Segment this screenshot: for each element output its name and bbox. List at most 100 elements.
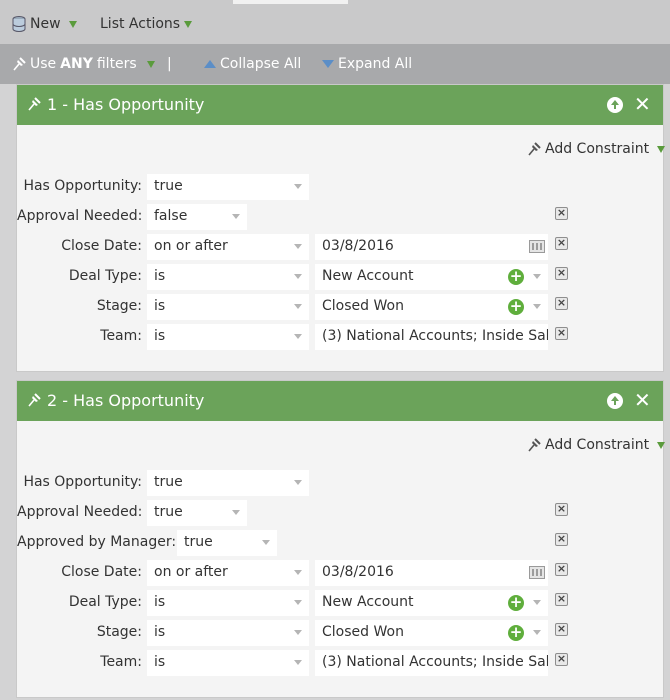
team-label: Team:: [100, 654, 142, 670]
stage-label: Stage:: [96, 624, 142, 640]
has-opportunity-label: Has Opportunity:: [23, 474, 142, 490]
stage-value-select[interactable]: Closed Won +: [315, 620, 548, 646]
calendar-icon[interactable]: [529, 240, 545, 253]
stage-operator-select[interactable]: is: [147, 620, 309, 646]
approval-needed-label: Approval Needed:: [17, 208, 143, 224]
close-date-operator-select[interactable]: on or after: [147, 234, 309, 260]
has-opportunity-select[interactable]: true: [147, 470, 309, 496]
pin-icon: [28, 393, 41, 407]
top-toolbar: New List Actions: [0, 0, 670, 44]
calendar-icon[interactable]: [529, 566, 545, 579]
team-operator: is: [154, 654, 166, 670]
active-tab-strip: [233, 0, 348, 4]
deal-type-label: Deal Type:: [68, 594, 142, 610]
collapse-all-button[interactable]: Collapse All: [204, 56, 301, 72]
deal-type-value-select[interactable]: New Account +: [315, 264, 548, 290]
pin-icon: [528, 142, 541, 156]
close-icon[interactable]: ✕: [634, 94, 651, 114]
approval-needed-value: true: [154, 504, 183, 520]
chevron-down-icon: [657, 441, 666, 449]
add-constraint-button[interactable]: Add Constraint: [527, 437, 666, 453]
list-actions-label: List Actions: [100, 16, 181, 32]
panel-header: 2 - Has Opportunity ✕: [17, 381, 663, 421]
close-date-input[interactable]: 03/8/2016: [315, 234, 548, 260]
stage-value-select[interactable]: Closed Won +: [315, 294, 548, 320]
filter-logic-mode: ANY: [60, 56, 93, 72]
stage-value: Closed Won: [322, 298, 404, 314]
delete-constraint-icon[interactable]: ×: [555, 533, 568, 546]
deal-type-operator-select[interactable]: is: [147, 264, 309, 290]
arrow-up-circle-icon[interactable]: [607, 97, 623, 113]
has-opportunity-value: true: [154, 474, 183, 490]
plus-circle-icon[interactable]: +: [508, 595, 524, 611]
deal-type-value: New Account: [322, 268, 414, 284]
close-icon[interactable]: ✕: [634, 390, 651, 410]
has-opportunity-select[interactable]: true: [147, 174, 309, 200]
plus-circle-icon[interactable]: +: [508, 269, 524, 285]
close-date-value: 03/8/2016: [322, 564, 394, 580]
delete-constraint-icon[interactable]: ×: [555, 327, 568, 340]
deal-type-operator-select[interactable]: is: [147, 590, 309, 616]
approved-by-manager-select[interactable]: true: [177, 530, 277, 556]
list-actions-menu-button[interactable]: List Actions: [100, 16, 193, 32]
delete-constraint-icon[interactable]: ×: [555, 207, 568, 220]
deal-type-operator: is: [154, 268, 166, 284]
team-operator-select[interactable]: is: [147, 324, 309, 350]
approval-needed-value: false: [154, 208, 188, 224]
add-constraint-button[interactable]: Add Constraint: [527, 141, 666, 157]
delete-constraint-icon[interactable]: ×: [555, 593, 568, 606]
chevron-down-icon: [294, 660, 302, 665]
close-date-operator-select[interactable]: on or after: [147, 560, 309, 586]
close-date-label: Close Date:: [61, 238, 142, 254]
delete-constraint-icon[interactable]: ×: [555, 267, 568, 280]
add-constraint-label: Add Constraint: [545, 437, 650, 453]
plus-circle-icon[interactable]: +: [508, 299, 524, 315]
approved-by-manager-label: Approved by Manager:: [17, 534, 177, 550]
filter-panel-1: 1 - Has Opportunity ✕ Add Constraint Has…: [16, 84, 666, 372]
panel-title: 2 - Has Opportunity: [47, 391, 205, 410]
delete-constraint-icon[interactable]: ×: [555, 623, 568, 636]
chevron-down-icon: [146, 60, 155, 68]
stage-operator-select[interactable]: is: [147, 294, 309, 320]
team-value: (3) National Accounts; Inside Sales: [322, 328, 548, 344]
team-operator-select[interactable]: is: [147, 650, 309, 676]
team-operator: is: [154, 328, 166, 344]
delete-constraint-icon[interactable]: ×: [555, 237, 568, 250]
arrow-up-circle-icon[interactable]: [607, 393, 623, 409]
chevron-down-icon: [294, 600, 302, 605]
chevron-down-icon: [294, 570, 302, 575]
deal-type-label: Deal Type:: [68, 268, 142, 284]
team-value-select[interactable]: (3) National Accounts; Inside Sales: [315, 324, 548, 350]
plus-circle-icon[interactable]: +: [508, 625, 524, 641]
approved-by-manager-value: true: [184, 534, 213, 550]
close-date-label: Close Date:: [61, 564, 142, 580]
new-label: New: [30, 16, 61, 32]
delete-constraint-icon[interactable]: ×: [555, 297, 568, 310]
team-value-select[interactable]: (3) National Accounts; Inside Sales: [315, 650, 548, 676]
delete-constraint-icon[interactable]: ×: [555, 563, 568, 576]
chevron-down-icon: [232, 510, 240, 515]
approval-needed-select[interactable]: true: [147, 500, 247, 526]
new-menu-button[interactable]: New: [12, 16, 77, 32]
team-value: (3) National Accounts; Inside Sales: [322, 654, 548, 670]
filter-logic-dropdown[interactable]: Use ANY filters: [12, 56, 155, 72]
close-date-operator: on or after: [154, 564, 228, 580]
pin-icon: [28, 97, 41, 111]
chevron-down-icon: [294, 480, 302, 485]
close-date-input[interactable]: 03/8/2016: [315, 560, 548, 586]
deal-type-value-select[interactable]: New Account +: [315, 590, 548, 616]
approval-needed-select[interactable]: false: [147, 204, 247, 230]
stage-operator: is: [154, 624, 166, 640]
delete-constraint-icon[interactable]: ×: [555, 653, 568, 666]
chevron-down-icon: [68, 20, 77, 28]
chevron-down-icon: [533, 600, 541, 605]
filter-logic-prefix: Use: [30, 56, 57, 72]
stage-operator: is: [154, 298, 166, 314]
deal-type-value: New Account: [322, 594, 414, 610]
expand-all-button[interactable]: Expand All: [322, 56, 412, 72]
team-label: Team:: [100, 328, 142, 344]
collapse-icon: [204, 60, 216, 68]
chevron-down-icon: [232, 214, 240, 219]
delete-constraint-icon[interactable]: ×: [555, 503, 568, 516]
chevron-down-icon: [294, 630, 302, 635]
